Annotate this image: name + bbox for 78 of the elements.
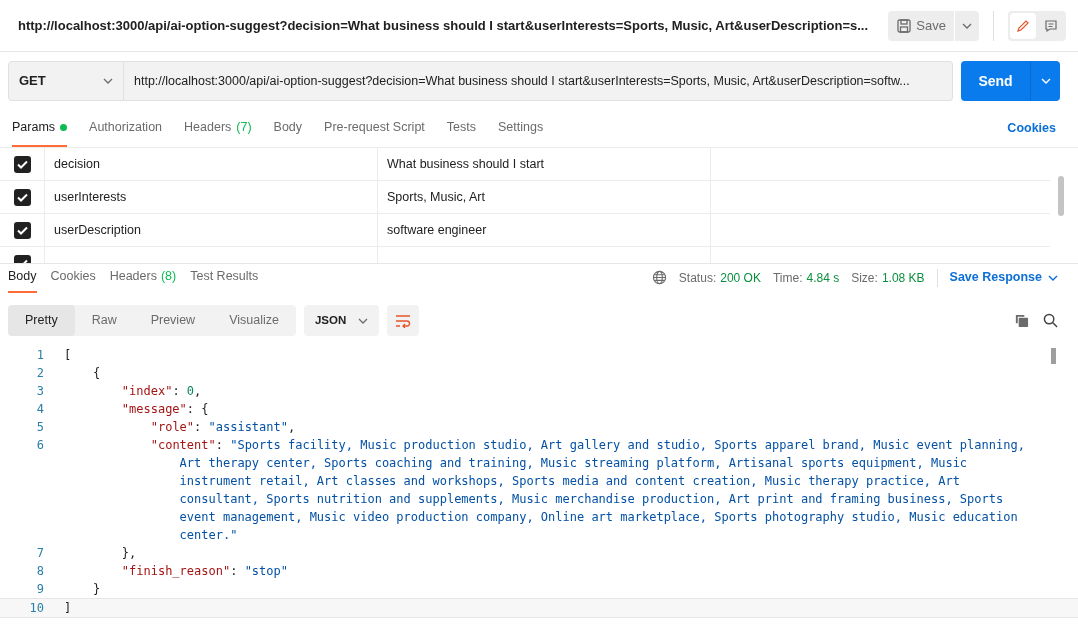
send-options-button[interactable] [1030,61,1060,101]
save-button[interactable]: Save [888,10,954,41]
comment-icon [1044,18,1058,33]
request-tab[interactable]: Headers (7) [184,118,252,147]
code-line: }, [120,545,138,562]
view-tab[interactable]: Raw [74,305,134,336]
globe-icon[interactable] [651,270,667,286]
scrollbar-thumb[interactable] [1058,176,1064,216]
pencil-icon [1016,18,1030,33]
response-tab[interactable]: Test Results [190,267,259,293]
request-tab[interactable]: Tests [446,118,476,147]
request-tab[interactable]: Pre-request Script [324,118,425,147]
chevron-down-icon [1040,78,1051,84]
cookies-link[interactable]: Cookies [1007,119,1056,147]
response-tab[interactable]: Cookies [50,267,96,293]
method-select[interactable]: GET [8,61,124,101]
url-field[interactable]: http://localhost:3000/api/ai-option-suggest?decision=What business should I start&userInterests=Sports, Music, Art&userDescription=softw... [124,61,953,101]
request-tab[interactable]: Authorization [89,118,163,147]
param-key: userDescription [54,220,141,240]
response-tab[interactable]: Body [8,267,37,293]
stat-value: 200 OK [720,269,761,287]
code-line: "finish_reason": "stop" [120,563,289,580]
checkbox[interactable] [13,188,31,206]
chevron-down-icon [103,78,113,84]
request-tab[interactable]: Params [12,118,68,147]
stat-label: Status: [678,269,717,287]
request-tab[interactable]: Body [273,118,303,147]
code-line: "message": { [120,401,210,418]
request-title: http://localhost:3000/api/ai-option-suggest?decision=What business should I start&userInterests=Sports, Music, Art&userDescription=s... [18,16,870,35]
request-tab[interactable]: Settings [498,118,544,147]
view-tab[interactable]: Preview [133,305,213,336]
param-value: What business should I start [387,155,545,173]
send-button[interactable]: Send [961,61,1030,101]
param-value: software engineer [387,221,487,239]
checkmark-icon [16,192,28,202]
checkbox[interactable] [13,155,31,173]
code-line: { [91,365,102,382]
line-number: 1 [35,347,44,364]
line-number: 4 [35,401,44,418]
code-line: "role": "assistant", [149,419,297,436]
chevron-down-icon [962,22,972,29]
copy-icon[interactable] [1014,313,1029,328]
format-select[interactable]: JSON [303,305,380,336]
stat-value: 1.08 KB [881,269,925,287]
param-key: userInterests [54,187,127,207]
search-icon[interactable] [1043,313,1058,328]
edit-mode-button[interactable] [1010,12,1036,39]
code-line: "content": "Sports facility, Music production studio, Art gallery and studio, Sports apparel brand, Music event planning, Art therapy center, Sports coaching and training, Music streaming platform, Artisanal sports equipment, Music instrument retail, Art classes and workshops, Sports media and content creation, Music therapy practice, Art consultant, Sports nutrition and supplements, Music merchandise production, Art print and framing business, Sports event management, Music video production company, Online art marketplace, Sports photography studio, Music education center." [149,437,1026,544]
line-number: 3 [35,383,44,400]
checkmark-icon [16,225,28,235]
checkmark-icon [16,159,28,169]
line-number: 10 [28,600,44,617]
line-number: 7 [35,545,44,562]
stat-value: 4.84 s [806,269,840,287]
line-number: 8 [35,563,44,580]
response-tab[interactable]: Headers (8) [109,267,177,293]
stat-label: Time: [772,269,803,287]
stat-label: Size: [851,269,878,287]
code-line: "index": 0, [120,383,203,400]
line-number: 9 [35,581,44,598]
param-value: Sports, Music, Art [387,188,485,206]
code-line: [ [64,347,73,364]
view-tab[interactable]: Pretty [8,305,75,336]
param-key: decision [54,154,100,174]
save-icon [896,17,913,34]
save-response-button[interactable]: Save Response [949,268,1058,287]
line-number: 5 [35,419,44,436]
code-line: } [91,581,102,598]
view-tab[interactable]: Visualize [212,305,296,336]
code-line: ] [64,600,73,617]
checkbox[interactable] [13,221,31,239]
wrap-lines-button[interactable] [387,305,420,336]
line-number: 6 [35,437,44,454]
chevron-down-icon [1048,274,1058,281]
wrap-icon [395,313,412,328]
chevron-down-icon [358,317,369,324]
line-number: 2 [35,365,44,382]
scrollbar-thumb[interactable] [1051,348,1056,364]
